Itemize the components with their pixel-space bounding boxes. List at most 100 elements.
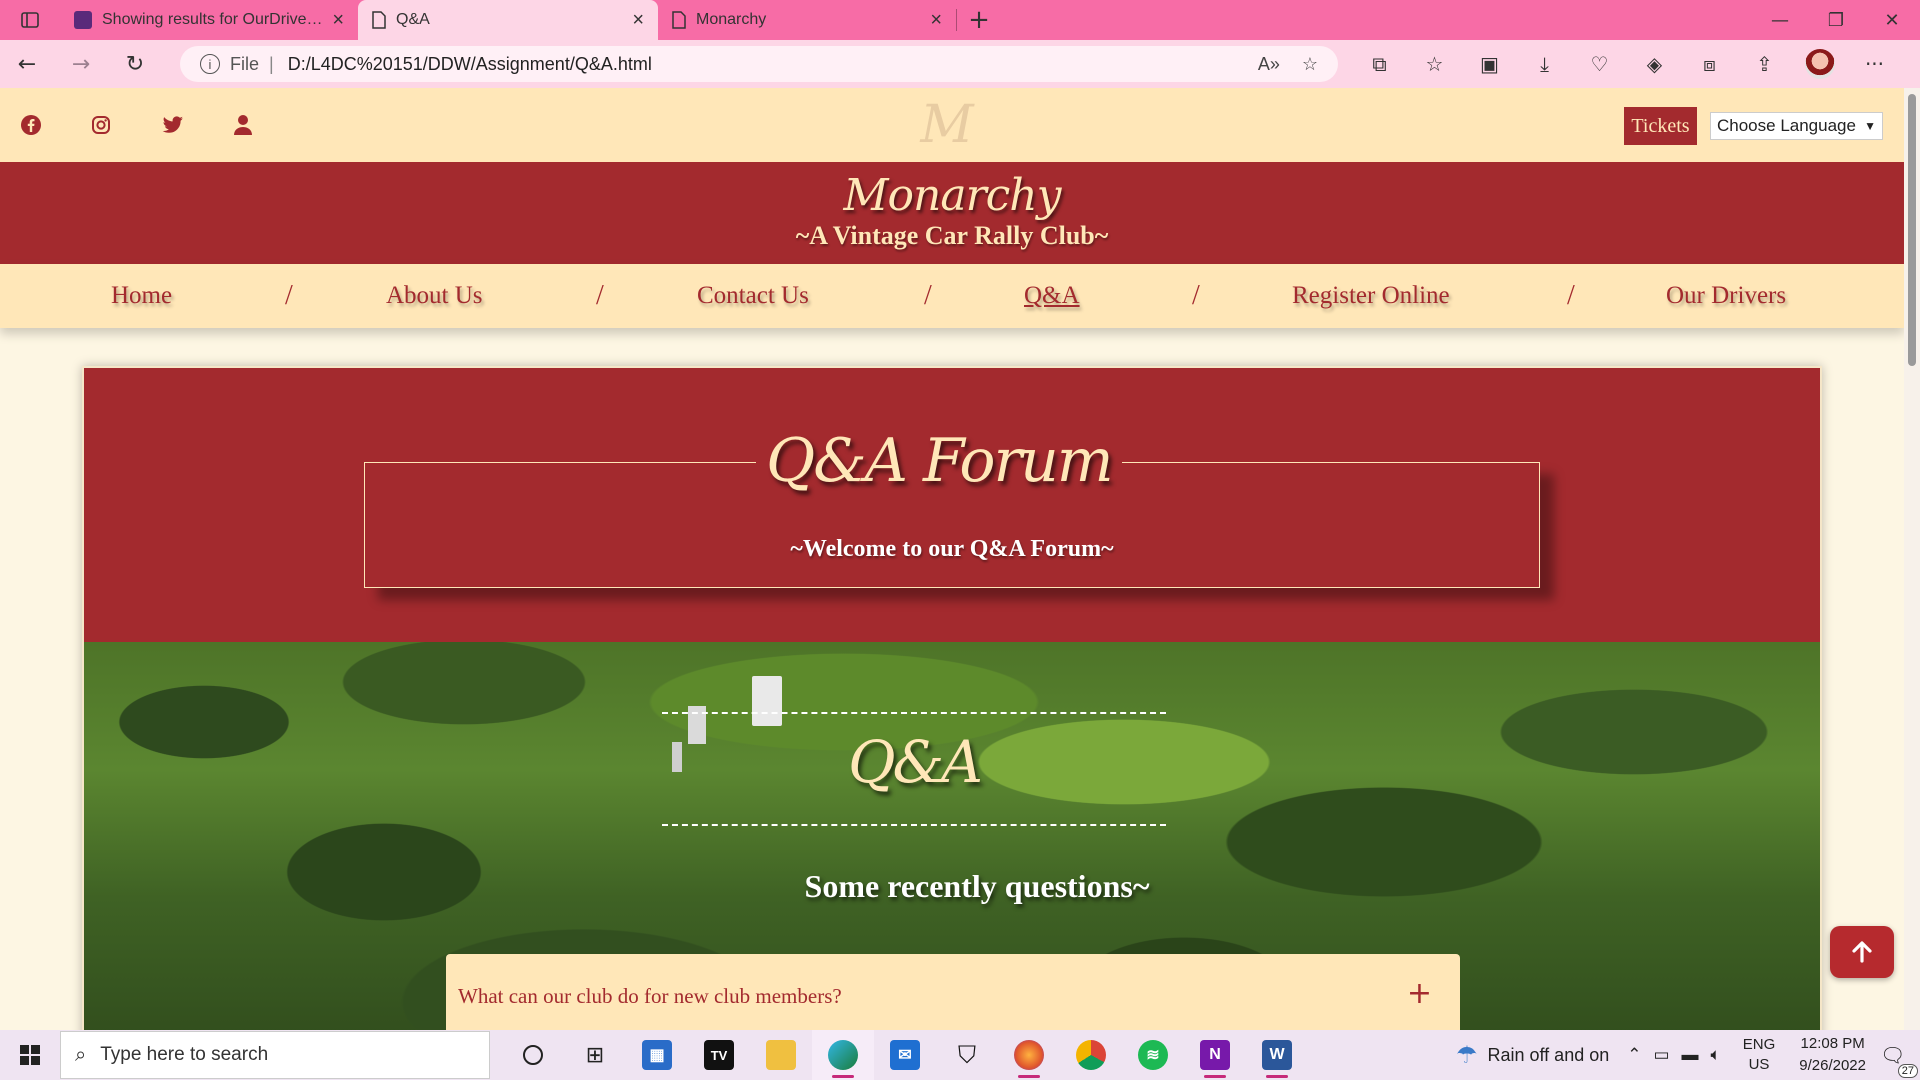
volume-icon[interactable]: 🔈︎ — [1711, 1045, 1721, 1065]
instagram-icon[interactable] — [91, 115, 162, 135]
task-view-icon[interactable]: ⊞ — [564, 1030, 626, 1080]
system-tray: ☂ Rain off and on ⌃ ▭ ▬ 🔈︎ ENG US 12:08 … — [1456, 1030, 1920, 1080]
landscape-background-image: Q&A Some recently questions~ What can ou… — [84, 642, 1820, 1030]
site-favicon-icon — [74, 11, 92, 29]
close-window-icon[interactable]: ✕ — [1864, 0, 1920, 40]
forward-icon[interactable]: → — [54, 40, 108, 88]
taskbar-apps: ⊞ ▦ TV ✉ ⛉ ≋ N W — [502, 1030, 1308, 1080]
faq-accordion-item[interactable]: What can our club do for new club member… — [446, 954, 1460, 1030]
browser-essentials-icon[interactable]: ◈ — [1627, 40, 1682, 88]
minimize-icon[interactable]: — — [1752, 0, 1808, 40]
firefox-icon[interactable] — [998, 1030, 1060, 1080]
cortana-icon[interactable] — [502, 1030, 564, 1080]
tradingview-icon[interactable]: TV — [688, 1030, 750, 1080]
forum-title: Q&A Forum — [756, 426, 1122, 496]
nav-separator: / — [1567, 280, 1575, 311]
language-select[interactable]: Choose Language ▼ — [1710, 112, 1883, 140]
restore-icon[interactable]: ❐ — [1808, 0, 1864, 40]
recent-questions-heading: Some recently questions~ — [804, 868, 1150, 904]
nav-separator: / — [924, 280, 932, 311]
extensions-icon[interactable]: ⧉ — [1352, 40, 1407, 88]
nav-home[interactable]: Home — [111, 264, 172, 328]
top-utility-bar: M Tickets Choose Language ▼ — [0, 88, 1904, 162]
nav-about-us[interactable]: About Us — [386, 264, 483, 328]
page-scrollbar[interactable] — [1904, 88, 1920, 1030]
social-links — [20, 88, 304, 162]
url-text[interactable]: D:/L4DC%20151/DDW/Assignment/Q&A.html — [288, 54, 1236, 75]
scrollbar-thumb[interactable] — [1908, 94, 1916, 366]
nav-our-drivers[interactable]: Our Drivers — [1666, 264, 1786, 328]
browser-toolbar-icons: ⧉ ☆ ▣ ⤓ ♡ ◈ ⧈ ⇪ ··· — [1352, 40, 1902, 88]
tab-qa[interactable]: Q&A × — [358, 0, 658, 40]
chat-bubble-icon: 🗨︎ — [1880, 1044, 1906, 1067]
monarchy-crest-logo[interactable]: M — [910, 94, 984, 156]
battery-icon[interactable]: ▬ — [1682, 1045, 1699, 1065]
plus-icon[interactable]: + — [1407, 979, 1432, 1009]
browser-tab-bar: Showing results for OurDrivers.h × Q&A ×… — [0, 0, 1920, 40]
search-icon: ⌕ — [75, 1043, 87, 1066]
forum-header: Q&A Forum ~Welcome to our Q&A Forum~ — [84, 368, 1820, 642]
qa-section-title: Q&A — [847, 728, 983, 796]
edge-browser-icon[interactable] — [812, 1030, 874, 1080]
dashed-divider — [662, 824, 1166, 826]
tab-actions-menu-icon[interactable] — [0, 0, 60, 40]
clock-time: 12:08 PM — [1800, 1035, 1865, 1052]
nav-register-online[interactable]: Register Online — [1292, 264, 1450, 328]
split-screen-icon[interactable]: ⧈ — [1682, 40, 1737, 88]
meet-now-icon[interactable]: ▭ — [1653, 1045, 1669, 1065]
rain-umbrella-icon: ☂ — [1455, 1041, 1478, 1069]
clock[interactable]: 12:08 PM 9/26/2022 — [1799, 1033, 1866, 1077]
info-icon[interactable]: i — [200, 54, 220, 74]
faq-question[interactable]: What can our club do for new club member… — [458, 984, 1407, 1009]
back-icon[interactable]: ← — [0, 40, 54, 88]
address-bar[interactable]: i File | D:/L4DC%20151/DDW/Assignment/Q&… — [180, 46, 1338, 82]
downloads-icon[interactable]: ⤓ — [1517, 40, 1572, 88]
read-aloud-icon[interactable]: A» — [1258, 54, 1280, 75]
nav-qa[interactable]: Q&A — [1024, 264, 1080, 328]
close-tab-icon[interactable]: × — [930, 9, 942, 32]
spotify-icon[interactable]: ≋ — [1122, 1030, 1184, 1080]
twitter-icon[interactable] — [162, 116, 233, 134]
tab-ourdrivers[interactable]: Showing results for OurDrivers.h × — [60, 0, 358, 40]
tab-monarchy[interactable]: Monarchy × — [658, 0, 956, 40]
chrome-icon[interactable] — [1060, 1030, 1122, 1080]
close-tab-icon[interactable]: × — [632, 9, 644, 32]
performance-icon[interactable]: ♡ — [1572, 40, 1627, 88]
page-icon — [672, 11, 686, 29]
show-hidden-icons-chevron-icon[interactable]: ⌃ — [1627, 1045, 1641, 1065]
refresh-icon[interactable]: ↻ — [108, 40, 162, 88]
word-icon[interactable]: W — [1246, 1030, 1308, 1080]
collections-icon[interactable]: ▣ — [1462, 40, 1517, 88]
tab-title: Q&A — [396, 11, 430, 28]
back-to-top-button[interactable] — [1830, 926, 1894, 978]
onenote-icon[interactable]: N — [1184, 1030, 1246, 1080]
favorites-icon[interactable]: ☆ — [1407, 40, 1462, 88]
weather-text: Rain off and on — [1487, 1044, 1610, 1065]
share-icon[interactable]: ⇪ — [1737, 40, 1792, 88]
mail-icon[interactable]: ✉ — [874, 1030, 936, 1080]
profile-avatar[interactable] — [1792, 40, 1847, 88]
facebook-icon[interactable] — [20, 114, 91, 136]
security-shield-icon[interactable]: ⛉ — [936, 1030, 998, 1080]
start-button[interactable] — [0, 1030, 60, 1080]
web-page: M Tickets Choose Language ▼ Monarchy ~A … — [0, 88, 1904, 1030]
taskbar-search[interactable]: ⌕ Type here to search — [60, 1031, 490, 1079]
nav-contact-us[interactable]: Contact Us — [697, 264, 809, 328]
input-language[interactable]: ENG US — [1743, 1035, 1776, 1075]
notification-count-badge: 27 — [1897, 1063, 1918, 1078]
weather-widget[interactable]: ☂ Rain off and on — [1456, 1041, 1609, 1070]
user-account-icon[interactable] — [233, 114, 304, 136]
close-tab-icon[interactable]: × — [332, 9, 344, 32]
arrow-up-icon — [1852, 941, 1872, 963]
add-favorite-icon[interactable]: ☆ — [1302, 54, 1318, 75]
new-tab-button[interactable]: + — [957, 0, 1001, 40]
language-select-value: Choose Language — [1717, 116, 1856, 135]
microsoft-store-icon[interactable]: ▦ — [626, 1030, 688, 1080]
settings-more-icon[interactable]: ··· — [1847, 40, 1902, 88]
language-code: ENG — [1742, 1036, 1776, 1053]
windows-logo-icon — [20, 1045, 40, 1065]
tickets-button[interactable]: Tickets — [1624, 107, 1697, 145]
file-explorer-icon[interactable] — [750, 1030, 812, 1080]
countryside-house-image — [752, 676, 782, 726]
notification-center-icon[interactable]: 🗨︎ 27 — [1880, 1043, 1920, 1078]
